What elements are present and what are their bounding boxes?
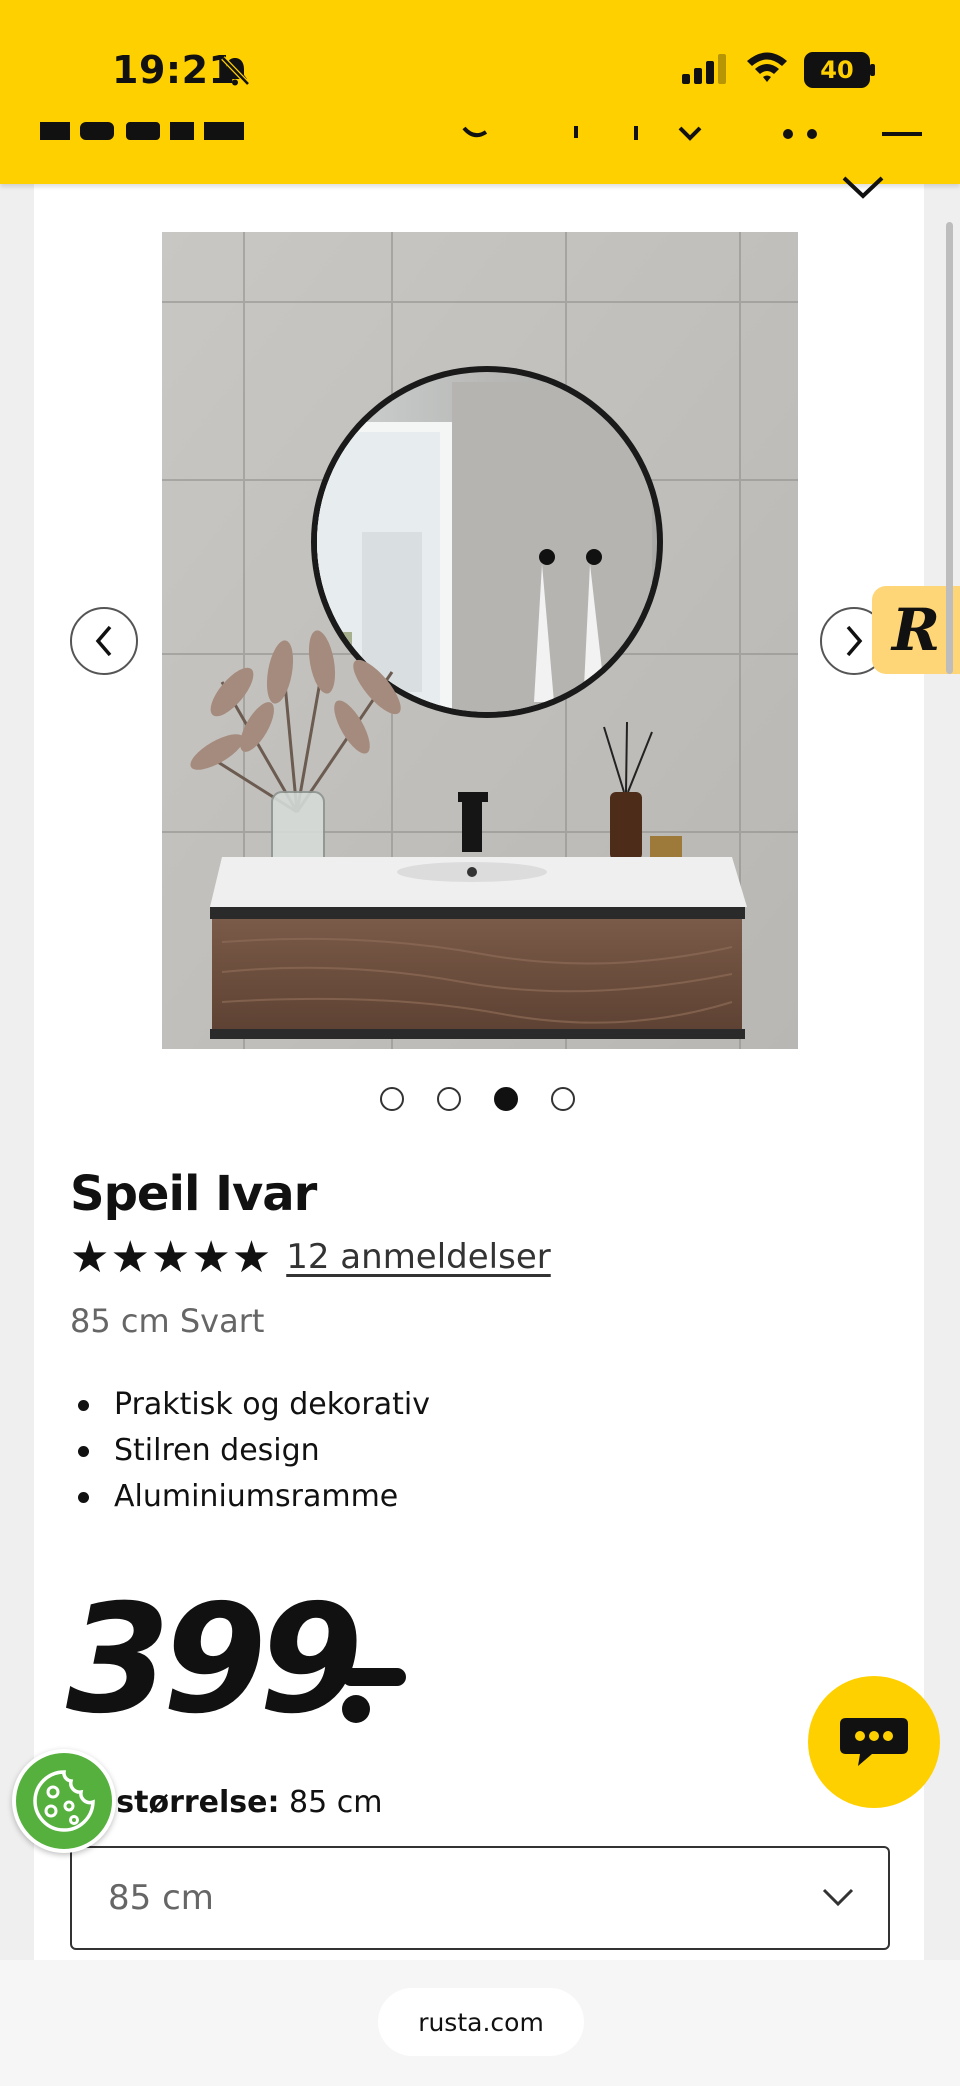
cookie-icon <box>33 1770 95 1832</box>
location-icon[interactable] <box>566 126 586 146</box>
reviews-link[interactable]: 12 anmeldelser <box>286 1237 551 1277</box>
feature-item: Praktisk og dekorativ <box>70 1382 430 1428</box>
size-label: gt størrelse: 85 cm <box>70 1785 382 1820</box>
address-bar[interactable]: rusta.com <box>378 1988 584 2056</box>
scrollbar[interactable] <box>946 222 953 674</box>
feature-item: Stilren design <box>70 1428 430 1474</box>
cookie-settings-button[interactable] <box>12 1749 116 1853</box>
chevron-down-icon[interactable] <box>838 168 888 206</box>
heart-icon[interactable] <box>626 126 646 146</box>
top-bar: 19:21 40 <box>0 0 960 184</box>
product-variant: 85 cm Svart <box>70 1302 265 1340</box>
product-price: 399 <box>66 1573 363 1747</box>
chat-button[interactable] <box>808 1676 940 1808</box>
size-select[interactable]: 85 cm <box>70 1846 890 1950</box>
gallery-pagination <box>380 1087 575 1111</box>
rewards-badge-letter: R <box>891 596 941 664</box>
gallery-dot[interactable] <box>380 1087 404 1111</box>
star-rating: ★★★★★ <box>70 1231 273 1283</box>
price-dash <box>342 1668 406 1686</box>
chevron-right-icon <box>846 625 863 657</box>
feature-list: Praktisk og dekorativ Stilren design Alu… <box>70 1382 430 1520</box>
product-image[interactable] <box>162 232 798 1049</box>
wifi-icon <box>747 52 787 82</box>
header-icons <box>460 126 930 146</box>
gallery-dot[interactable] <box>551 1087 575 1111</box>
bell-slash-icon <box>221 56 250 86</box>
product-rating: ★★★★★ 12 anmeldelser <box>70 1231 551 1283</box>
size-label-value: 85 cm <box>289 1785 383 1820</box>
brand-logo[interactable] <box>38 122 258 148</box>
chevron-left-icon <box>95 625 112 657</box>
menu-icon[interactable] <box>880 126 924 146</box>
status-time: 19:21 <box>112 48 236 92</box>
cart-icon[interactable] <box>676 126 706 146</box>
page: 19:21 40 R Speil Ivar ★★★★★ 12 anmeldels… <box>0 0 960 2086</box>
gallery-dot-active[interactable] <box>494 1087 518 1111</box>
product-title: Speil Ivar <box>70 1166 317 1222</box>
feature-item: Aluminiumsramme <box>70 1474 430 1520</box>
price-dot <box>342 1695 370 1723</box>
chevron-down-icon <box>822 1888 854 1907</box>
more-icon[interactable] <box>780 126 820 146</box>
gallery-dot[interactable] <box>437 1087 461 1111</box>
battery-level: 40 <box>820 56 854 84</box>
size-select-value: 85 cm <box>108 1878 214 1918</box>
battery-icon: 40 <box>804 52 875 88</box>
search-icon[interactable] <box>460 126 490 146</box>
cellular-signal-icon <box>682 54 726 84</box>
gallery-prev-button[interactable] <box>70 607 138 675</box>
chat-icon <box>840 1718 908 1766</box>
